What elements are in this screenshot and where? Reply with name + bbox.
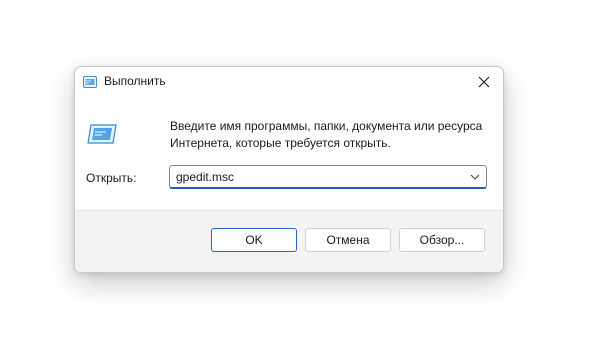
ok-button[interactable]: OK (211, 228, 297, 252)
window-title: Выполнить (104, 74, 166, 88)
cancel-button[interactable]: Отмена (305, 228, 391, 252)
instruction-text: Введите имя программы, папки, документа … (170, 118, 490, 152)
run-icon (83, 75, 97, 88)
desktop-background: Выполнить Введите имя программы, папки, … (0, 0, 600, 355)
run-program-icon (87, 124, 117, 144)
open-label: Открыть: (86, 171, 137, 185)
close-button[interactable] (473, 71, 495, 93)
open-combobox[interactable] (169, 165, 487, 189)
open-input[interactable] (176, 169, 456, 185)
instruction-line-2: Интернета, которые требуется открыть. (170, 136, 391, 150)
run-dialog: Выполнить Введите имя программы, папки, … (74, 66, 504, 273)
title-bar: Выполнить (75, 67, 503, 97)
dialog-footer: OK Отмена Обзор... (75, 210, 503, 272)
instruction-line-1: Введите имя программы, папки, документа … (170, 119, 483, 133)
chevron-down-icon[interactable] (468, 170, 482, 184)
browse-button[interactable]: Обзор... (399, 228, 485, 252)
close-icon (478, 76, 490, 88)
